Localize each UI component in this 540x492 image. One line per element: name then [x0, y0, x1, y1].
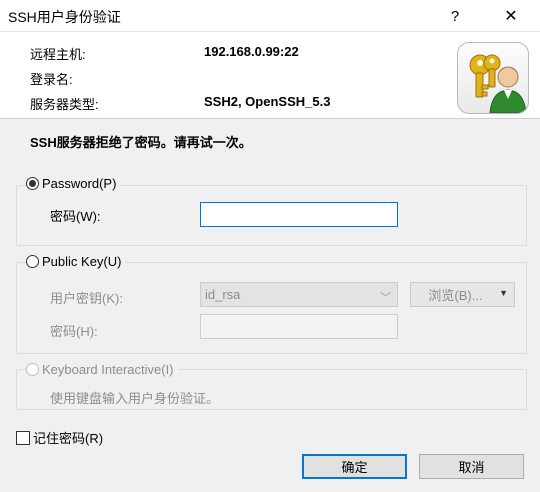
remember-password[interactable]: 记住密码(R)	[16, 428, 108, 447]
remote-host-value: 192.168.0.99:22	[204, 44, 299, 59]
keyboard-interactive-radio[interactable]	[26, 363, 39, 376]
password-input[interactable]	[200, 202, 398, 227]
public-key-group	[16, 262, 527, 354]
remember-label: 记住密码(R)	[33, 431, 104, 446]
window-title: SSH用户身份验证	[8, 9, 121, 25]
chevron-down-icon: ﹀	[380, 292, 391, 304]
ok-label: 确定	[341, 460, 368, 475]
title-bar: SSH用户身份验证 ? ✕	[0, 0, 540, 32]
login-name-label: 登录名:	[30, 72, 73, 87]
user-key-select[interactable]: id_rsa ﹀	[200, 282, 398, 307]
password-radio[interactable]	[26, 177, 39, 190]
keyboard-interactive-label: Keyboard Interactive(I)	[42, 362, 174, 377]
keys-user-icon	[457, 42, 529, 114]
error-message: SSH服务器拒绝了密码。请再试一次。	[30, 135, 252, 150]
public-key-radio[interactable]	[26, 255, 39, 268]
password-option[interactable]: Password(P)	[26, 176, 121, 191]
ok-button[interactable]: 确定	[302, 454, 407, 479]
cancel-button[interactable]: 取消	[419, 454, 524, 479]
dropdown-arrow-icon: ▼	[499, 288, 508, 298]
browse-label: 浏览(B)...	[428, 288, 483, 303]
remember-checkbox[interactable]	[16, 430, 30, 445]
auth-panel: SSH服务器拒绝了密码。请再试一次。 Password(P) 密码(W): Pu…	[0, 119, 540, 492]
passphrase-input[interactable]	[200, 314, 398, 339]
server-type-label: 服务器类型:	[30, 97, 99, 112]
help-button[interactable]: ?	[438, 0, 472, 32]
user-key-value: id_rsa	[205, 287, 241, 302]
cancel-label: 取消	[458, 460, 485, 475]
keyboard-interactive-option[interactable]: Keyboard Interactive(I)	[26, 362, 178, 377]
remote-host-label: 远程主机:	[30, 47, 86, 62]
user-key-label: 用户密钥(K):	[50, 291, 123, 306]
close-button[interactable]: ✕	[494, 0, 528, 32]
browse-button[interactable]: 浏览(B)... ▼	[410, 282, 515, 307]
passphrase-label: 密码(H):	[50, 324, 98, 339]
password-option-label: Password(P)	[42, 176, 117, 191]
public-key-option[interactable]: Public Key(U)	[26, 254, 126, 269]
public-key-option-label: Public Key(U)	[42, 254, 122, 269]
password-field-label: 密码(W):	[50, 209, 101, 224]
keyboard-interactive-description: 使用键盘输入用户身份验证。	[50, 391, 220, 406]
server-type-value: SSH2, OpenSSH_5.3	[204, 94, 331, 109]
